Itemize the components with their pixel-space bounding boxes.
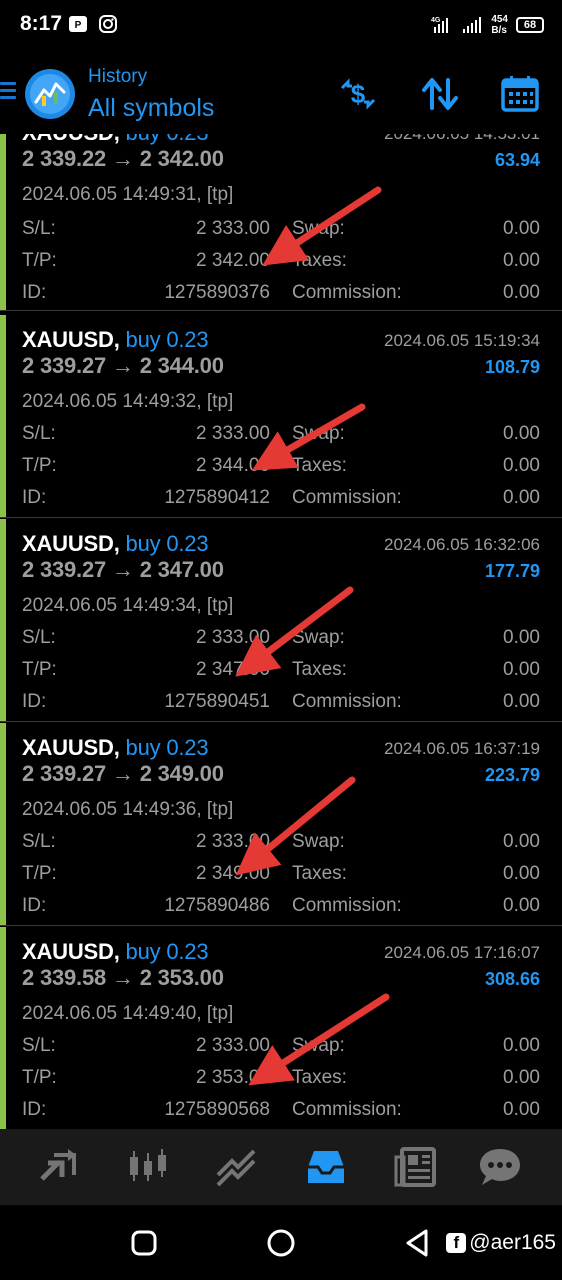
paytm-notification-icon: P [69,16,87,32]
signal-4g-icon: 4G [431,17,449,33]
metatrader-logo[interactable] [24,68,76,120]
sl-swap-row: S/L: 2 333.00 Swap: 0.00 [22,831,540,852]
deal-prices: 2 339.22 → 2 342.00 [22,146,224,171]
deal-prices: 2 339.27 → 2 347.00 [22,557,224,582]
watermark: f @aer165 [446,1231,556,1255]
tp-taxes-row: T/P: 2 353.00 Taxes: 0.00 [22,1067,540,1088]
deal-item[interactable]: XAUUSD, buy 0.23 2024.06.05 16:37:19 2 3… [0,723,562,926]
deal-close-time: 2024.06.05 16:32:06 [384,535,540,554]
network-speed: 454 B/s [491,14,508,36]
buy-accent-bar [0,519,6,722]
calendar-icon[interactable] [500,74,540,114]
deal-item[interactable]: XAUUSD, buy 0.23 2024.06.05 16:32:06 2 3… [0,519,562,722]
deal-open-time: 2024.06.05 14:49:40, [tp] [22,1003,234,1024]
bottom-tab-bar [0,1129,562,1205]
instagram-icon [99,15,117,33]
deal-close-time: 2024.06.05 16:37:19 [384,739,540,758]
trending-icon[interactable] [214,1145,258,1189]
divider [0,925,562,926]
divider [0,517,562,518]
deal-close-time: 2024.06.05 14:53:01 [384,134,540,144]
deal-item[interactable]: XAUUSD, buy 0.23 2024.06.05 15:19:34 2 3… [0,315,562,518]
svg-text:$: $ [351,79,366,109]
sl-swap-row: S/L: 2 333.00 Swap: 0.00 [22,627,540,648]
status-right: 4G 454 B/s 68 [431,12,544,38]
id-commission-row: ID: 1275890376 Commission: 0.00 [22,282,540,303]
deal-prices: 2 339.27 → 2 349.00 [22,761,224,786]
buy-accent-bar [0,134,6,311]
deal-open-time: 2024.06.05 14:49:36, [tp] [22,799,234,820]
deal-profit: 308.66 [484,969,540,989]
deal-item[interactable]: XAUUSD, buy 0.23 2024.06.05 17:16:07 2 3… [0,927,562,1129]
currency-exchange-icon[interactable]: $ [338,74,378,114]
deal-profit: 177.79 [484,561,540,581]
deal-profit: 108.79 [484,357,540,377]
chart-candles-icon[interactable] [126,1145,170,1189]
battery-indicator: 68 [516,17,544,33]
trade-icon[interactable] [36,1145,80,1189]
deal-close-time: 2024.06.05 15:19:34 [384,331,540,350]
sl-swap-row: S/L: 2 333.00 Swap: 0.00 [22,1035,540,1056]
deal-close-time: 2024.06.05 17:16:07 [384,943,540,962]
deal-open-time: 2024.06.05 14:49:32, [tp] [22,391,234,412]
tp-taxes-row: T/P: 2 349.00 Taxes: 0.00 [22,863,540,884]
sort-icon[interactable] [420,74,460,114]
buy-accent-bar [0,723,6,926]
buy-accent-bar [0,315,6,518]
deal-symbol: XAUUSD, buy 0.23 [22,735,209,760]
deal-item[interactable]: XAUUSD, buy 0.23 2024.06.05 14:53:01 2 3… [0,134,562,311]
id-commission-row: ID: 1275890451 Commission: 0.00 [22,691,540,712]
deal-symbol: XAUUSD, buy 0.23 [22,134,209,146]
deal-symbol: XAUUSD, buy 0.23 [22,939,209,964]
deal-profit: 63.94 [494,150,540,170]
tp-taxes-row: T/P: 2 344.00 Taxes: 0.00 [22,455,540,476]
svg-text:4G: 4G [431,17,441,24]
tp-taxes-row: T/P: 2 347.00 Taxes: 0.00 [22,659,540,680]
tp-taxes-row: T/P: 2 342.00 Taxes: 0.00 [22,250,540,271]
watermark-handle: @aer165 [469,1231,556,1254]
deal-symbol: XAUUSD, buy 0.23 [22,531,209,556]
header-title[interactable]: All symbols [88,94,214,123]
history-inbox-icon[interactable] [304,1145,348,1189]
id-commission-row: ID: 1275890568 Commission: 0.00 [22,1099,540,1120]
menu-icon[interactable] [0,82,16,102]
status-time: 8:17 [20,12,63,35]
id-commission-row: ID: 1275890412 Commission: 0.00 [22,487,540,508]
status-bar: 8:17 P 4G 454 B/s 68 [0,0,562,52]
deal-open-time: 2024.06.05 14:49:31, [tp] [22,184,234,205]
buy-accent-bar [0,927,6,1129]
news-icon[interactable] [394,1145,438,1189]
recents-icon[interactable] [128,1227,160,1259]
deal-profit: 223.79 [484,765,540,785]
app-header: History All symbols $ [0,52,562,134]
deal-open-time: 2024.06.05 14:49:34, [tp] [22,595,234,616]
divider [0,310,562,311]
facebook-icon: f [446,1233,467,1253]
header-subtitle: History [88,66,148,87]
sl-swap-row: S/L: 2 333.00 Swap: 0.00 [22,423,540,444]
sl-swap-row: S/L: 2 333.00 Swap: 0.00 [22,218,540,239]
deals-list[interactable]: XAUUSD, buy 0.23 2024.06.05 14:53:01 2 3… [0,134,562,1129]
svg-text:P: P [75,20,82,31]
system-nav-bar: f @aer165 [0,1205,562,1280]
chat-icon[interactable] [478,1145,522,1189]
deal-prices: 2 339.27 → 2 344.00 [22,353,224,378]
deal-prices: 2 339.58 → 2 353.00 [22,965,224,990]
deal-symbol: XAUUSD, buy 0.23 [22,327,209,352]
signal-icon [463,17,482,33]
divider [0,721,562,722]
back-icon[interactable] [402,1227,434,1259]
id-commission-row: ID: 1275890486 Commission: 0.00 [22,895,540,916]
home-icon[interactable] [265,1227,297,1259]
